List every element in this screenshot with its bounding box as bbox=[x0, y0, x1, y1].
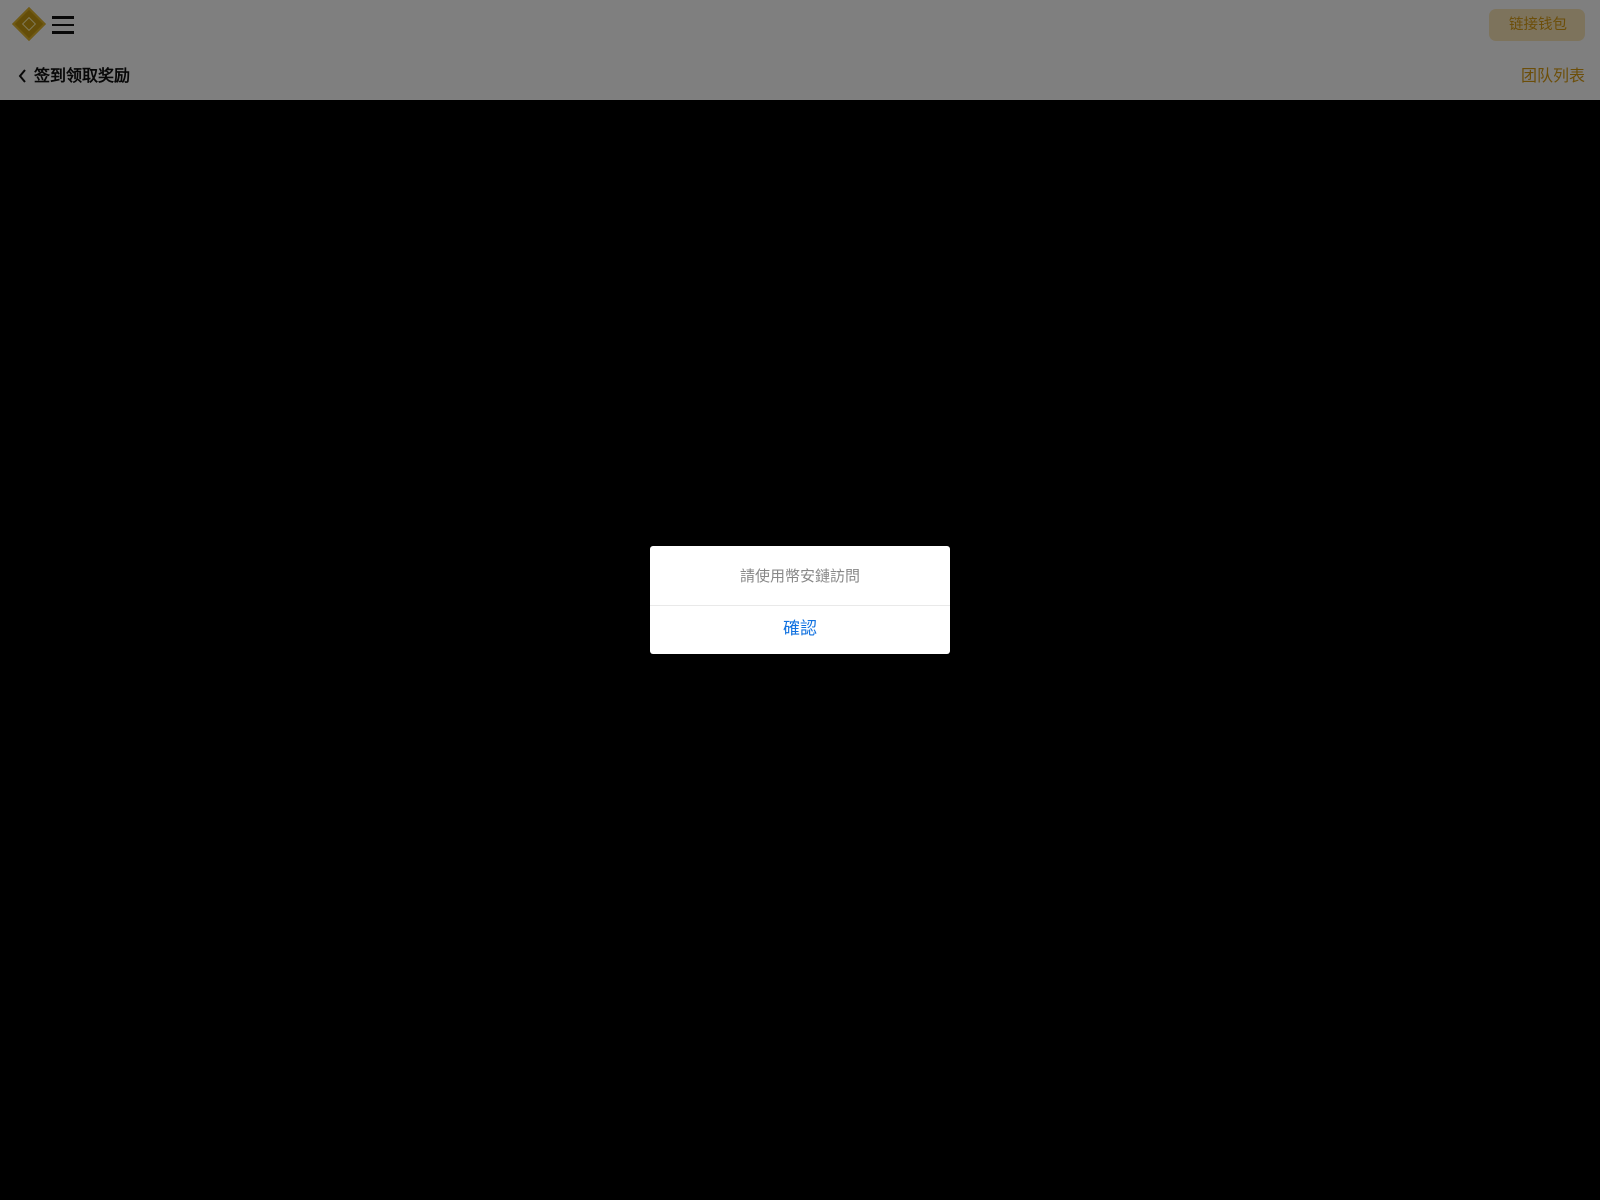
dialog-message: 請使用幣安鏈訪問 bbox=[650, 546, 950, 606]
dialog-confirm-button[interactable]: 確認 bbox=[650, 606, 950, 654]
alert-dialog: 請使用幣安鏈訪問 確認 bbox=[650, 546, 950, 654]
